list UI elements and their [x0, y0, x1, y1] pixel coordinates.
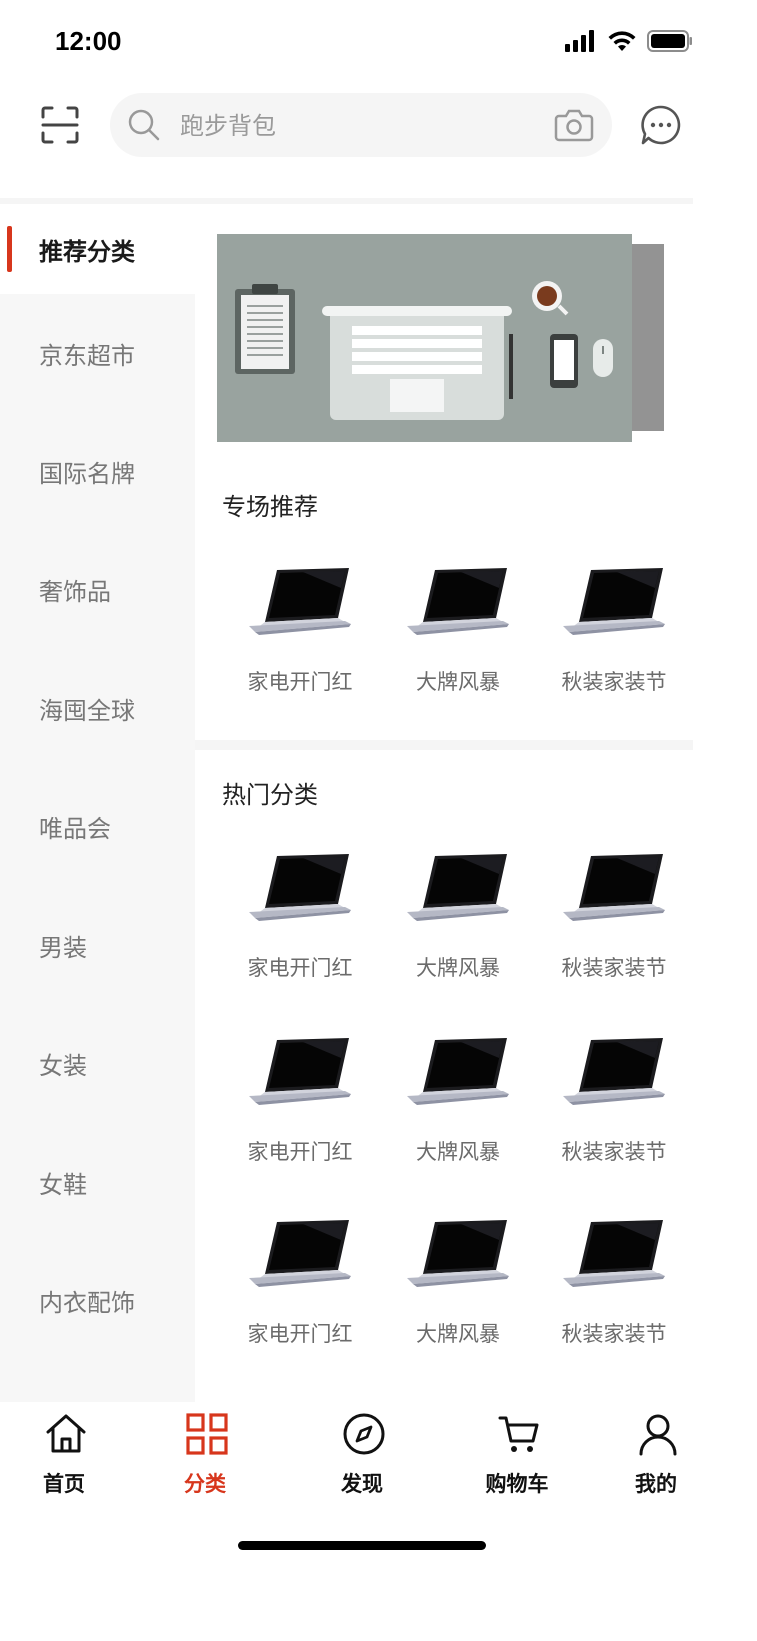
- tab-label: 分类: [184, 1472, 226, 1496]
- scan-icon: [41, 106, 79, 144]
- sidebar-item-jd-supermarket[interactable]: 京东超市: [0, 294, 195, 412]
- sidebar-item-label: 京东超市: [39, 341, 135, 370]
- laptop-thumbnail-icon: [245, 852, 355, 926]
- home-icon: [46, 1414, 86, 1453]
- tab-cart[interactable]: 购物车: [457, 1402, 577, 1512]
- grid-item-label: 家电开门红: [247, 1322, 353, 1346]
- grid-item-label: 大牌风暴: [416, 1140, 500, 1164]
- sidebar-item-label: 女装: [39, 1052, 87, 1081]
- status-bar: 12:00: [0, 0, 723, 88]
- laptop-thumbnail-icon: [403, 1218, 513, 1292]
- laptop-thumbnail-icon: [559, 1036, 669, 1110]
- search-input[interactable]: [178, 93, 542, 159]
- sidebar-item-label: 唯品会: [39, 815, 111, 844]
- tab-category[interactable]: 分类: [145, 1402, 265, 1512]
- grid-item-label: 大牌风暴: [416, 670, 500, 694]
- sidebar-item-luxury[interactable]: 奢饰品: [0, 531, 195, 650]
- laptop-thumbnail-icon: [403, 1036, 513, 1110]
- category-grid-icon: [186, 1413, 228, 1455]
- laptop-thumbnail-icon: [245, 1218, 355, 1292]
- sidebar-item-menswear[interactable]: 男装: [0, 886, 195, 1005]
- cart-icon: [498, 1416, 539, 1452]
- grid-item[interactable]: 秋装家装节: [529, 566, 689, 716]
- sidebar-item-womens-shoes[interactable]: 女鞋: [0, 1123, 195, 1242]
- sidebar-item-underwear[interactable]: 内衣配饰: [0, 1242, 195, 1361]
- sidebar-item-label: 女鞋: [39, 1170, 87, 1199]
- grid-item-label: 家电开门红: [247, 670, 353, 694]
- category-sidebar: 推荐分类 京东超市 国际名牌 奢饰品 海囤全球 唯品会 男装 女装 女鞋 内衣配…: [0, 204, 195, 1464]
- sidebar-item-label: 奢饰品: [39, 578, 111, 607]
- laptop-thumbnail-icon: [559, 566, 669, 640]
- sidebar-item-international-brands[interactable]: 国际名牌: [0, 412, 195, 531]
- sidebar-item-label: 推荐分类: [39, 237, 135, 266]
- grid-item[interactable]: 秋装家装节: [529, 852, 689, 1002]
- cellular-signal-icon: [565, 30, 594, 52]
- tab-label: 发现: [341, 1472, 383, 1496]
- compass-icon: [343, 1413, 385, 1455]
- grid-item[interactable]: 大牌风暴: [373, 566, 533, 716]
- grid-item[interactable]: 家电开门红: [215, 1218, 375, 1368]
- laptop-thumbnail-icon: [403, 852, 513, 926]
- grid-item[interactable]: 大牌风暴: [373, 1218, 533, 1368]
- sidebar-item-label: 国际名牌: [39, 459, 135, 488]
- chat-bubble-icon: [641, 105, 681, 145]
- wifi-icon: [608, 31, 636, 51]
- bottom-tab-bar: 首页 分类 发现 购物车 我的: [0, 1402, 723, 1532]
- active-indicator: [7, 226, 12, 272]
- grid-item[interactable]: 家电开门红: [215, 852, 375, 1002]
- grid-item-label: 秋装家装节: [561, 956, 667, 980]
- laptop-thumbnail-icon: [559, 852, 669, 926]
- sidebar-item-vip[interactable]: 唯品会: [0, 768, 195, 887]
- grid-item-label: 秋装家装节: [561, 1140, 667, 1164]
- camera-button[interactable]: [554, 107, 594, 143]
- tab-discover[interactable]: 发现: [302, 1402, 422, 1512]
- app-screen: 12:00 跑步背包 推荐分类 京东超市 国际名牌 奢饰品 海囤全球 唯品会 男…: [0, 0, 723, 1641]
- grid-item-label: 大牌风暴: [416, 956, 500, 980]
- laptop-thumbnail-icon: [559, 1218, 669, 1292]
- banner-next-slide: [632, 244, 664, 431]
- camera-icon: [554, 109, 594, 142]
- scan-button[interactable]: [40, 105, 80, 145]
- search-box[interactable]: [110, 93, 612, 159]
- sidebar-item-label: 男装: [39, 933, 87, 962]
- grid-item[interactable]: 家电开门红: [215, 1036, 375, 1186]
- laptop-thumbnail-icon: [245, 1036, 355, 1110]
- sidebar-item-label: 内衣配饰: [39, 1289, 135, 1318]
- grid-item[interactable]: 家电开门红: [215, 566, 375, 716]
- section-divider: [195, 740, 693, 750]
- header: [0, 88, 723, 198]
- laptop-thumbnail-icon: [245, 566, 355, 640]
- tab-label: 我的: [635, 1472, 677, 1496]
- grid-item[interactable]: 大牌风暴: [373, 852, 533, 1002]
- message-button[interactable]: [640, 104, 682, 146]
- laptop-thumbnail-icon: [403, 566, 513, 640]
- tab-mine[interactable]: 我的: [596, 1402, 716, 1512]
- sidebar-item-global-shopping[interactable]: 海囤全球: [0, 649, 195, 768]
- tab-label: 购物车: [485, 1472, 549, 1496]
- grid-item-label: 秋装家装节: [561, 670, 667, 694]
- tab-label: 首页: [43, 1472, 85, 1496]
- search-icon: [128, 109, 160, 141]
- battery-icon: [647, 30, 692, 52]
- grid-item-label: 秋装家装节: [561, 1322, 667, 1346]
- status-time: 12:00: [55, 26, 122, 56]
- page-margin: [723, 0, 757, 1641]
- home-indicator: [238, 1541, 486, 1550]
- sidebar-item-recommended[interactable]: 推荐分类: [0, 204, 195, 294]
- status-icons: [565, 30, 693, 52]
- sidebar-item-label: 海囤全球: [39, 696, 135, 725]
- grid-item[interactable]: 秋装家装节: [529, 1218, 689, 1368]
- section-title-hot: 热门分类: [222, 781, 318, 809]
- section-title-special: 专场推荐: [222, 493, 318, 521]
- user-icon: [639, 1414, 677, 1456]
- grid-item-label: 家电开门红: [247, 956, 353, 980]
- grid-item[interactable]: 秋装家装节: [529, 1036, 689, 1186]
- banner-desk-illustration: [217, 234, 632, 442]
- grid-item-label: 家电开门红: [247, 1140, 353, 1164]
- tab-home[interactable]: 首页: [4, 1402, 124, 1512]
- promo-banner[interactable]: [217, 234, 632, 442]
- sidebar-item-womenswear[interactable]: 女装: [0, 1005, 195, 1124]
- grid-item[interactable]: 大牌风暴: [373, 1036, 533, 1186]
- grid-item-label: 大牌风暴: [416, 1322, 500, 1346]
